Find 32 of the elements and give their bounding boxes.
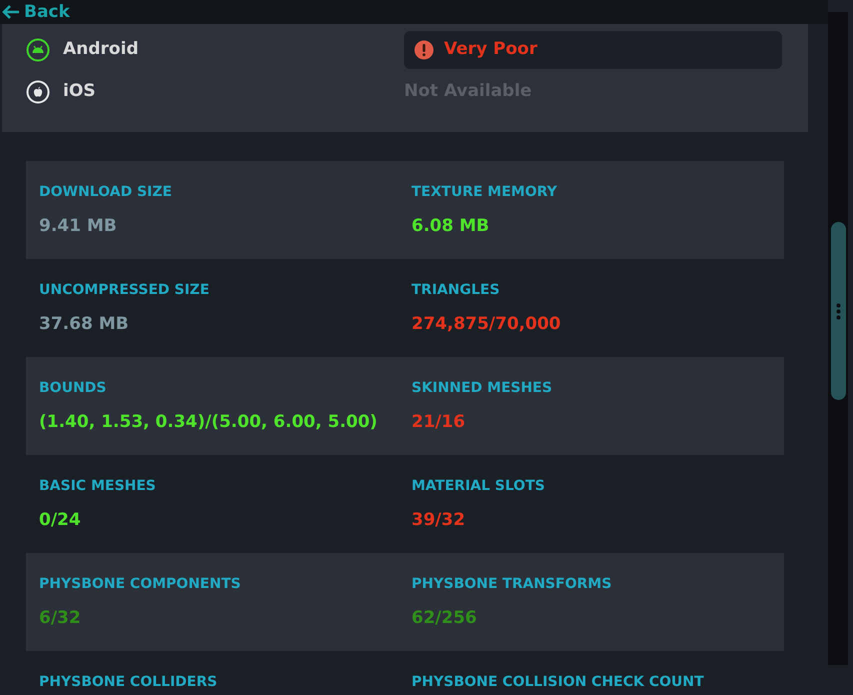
stat-label: BOUNDS	[39, 379, 108, 397]
stat-value: 39/32	[412, 509, 466, 531]
stat-label: BASIC MESHES	[39, 477, 157, 495]
stat-value: 274,875/70,000	[412, 313, 562, 335]
stat-value: 6/32	[39, 607, 82, 629]
stat-value: 0/24	[39, 509, 82, 531]
stat-value: (1.40, 1.53, 0.34)/(5.00, 6.00, 5.00)	[39, 411, 378, 433]
platform-name: Android	[63, 38, 138, 62]
scrollbar-thumb[interactable]	[830, 222, 846, 400]
back-arrow-icon	[2, 4, 20, 20]
stat-value: 37.68 MB	[39, 313, 130, 335]
stat-label: TRIANGLES	[412, 281, 501, 299]
stat-value: 9.41 MB	[39, 215, 118, 237]
stat-label: PHYSBONE TRANSFORMS	[412, 575, 613, 593]
apple-icon	[26, 80, 50, 104]
stat-label: PHYSBONE COLLISION CHECK COUNT	[412, 673, 705, 691]
stat-label: UNCOMPRESSED SIZE	[39, 281, 210, 299]
platform-name: iOS	[63, 80, 96, 104]
stat-value: 21/16	[412, 411, 466, 433]
stat-label: MATERIAL SLOTS	[412, 477, 546, 495]
stat-label: PHYSBONE COLLIDERS	[39, 673, 218, 691]
rating-badge: Very Poor	[404, 31, 782, 69]
stat-value: 6.08 MB	[412, 215, 490, 237]
stat-value: 62/256	[412, 607, 478, 629]
stat-label: DOWNLOAD SIZE	[39, 183, 173, 201]
stat-label: TEXTURE MEMORY	[412, 183, 558, 201]
stat-label: SKINNED MESHES	[412, 379, 554, 397]
grip-dots-icon	[836, 302, 840, 320]
back-link[interactable]: Back	[0, 0, 70, 24]
stat-label: PHYSBONE COMPONENTS	[39, 575, 242, 593]
android-icon	[26, 38, 50, 62]
alert-icon	[414, 40, 434, 60]
